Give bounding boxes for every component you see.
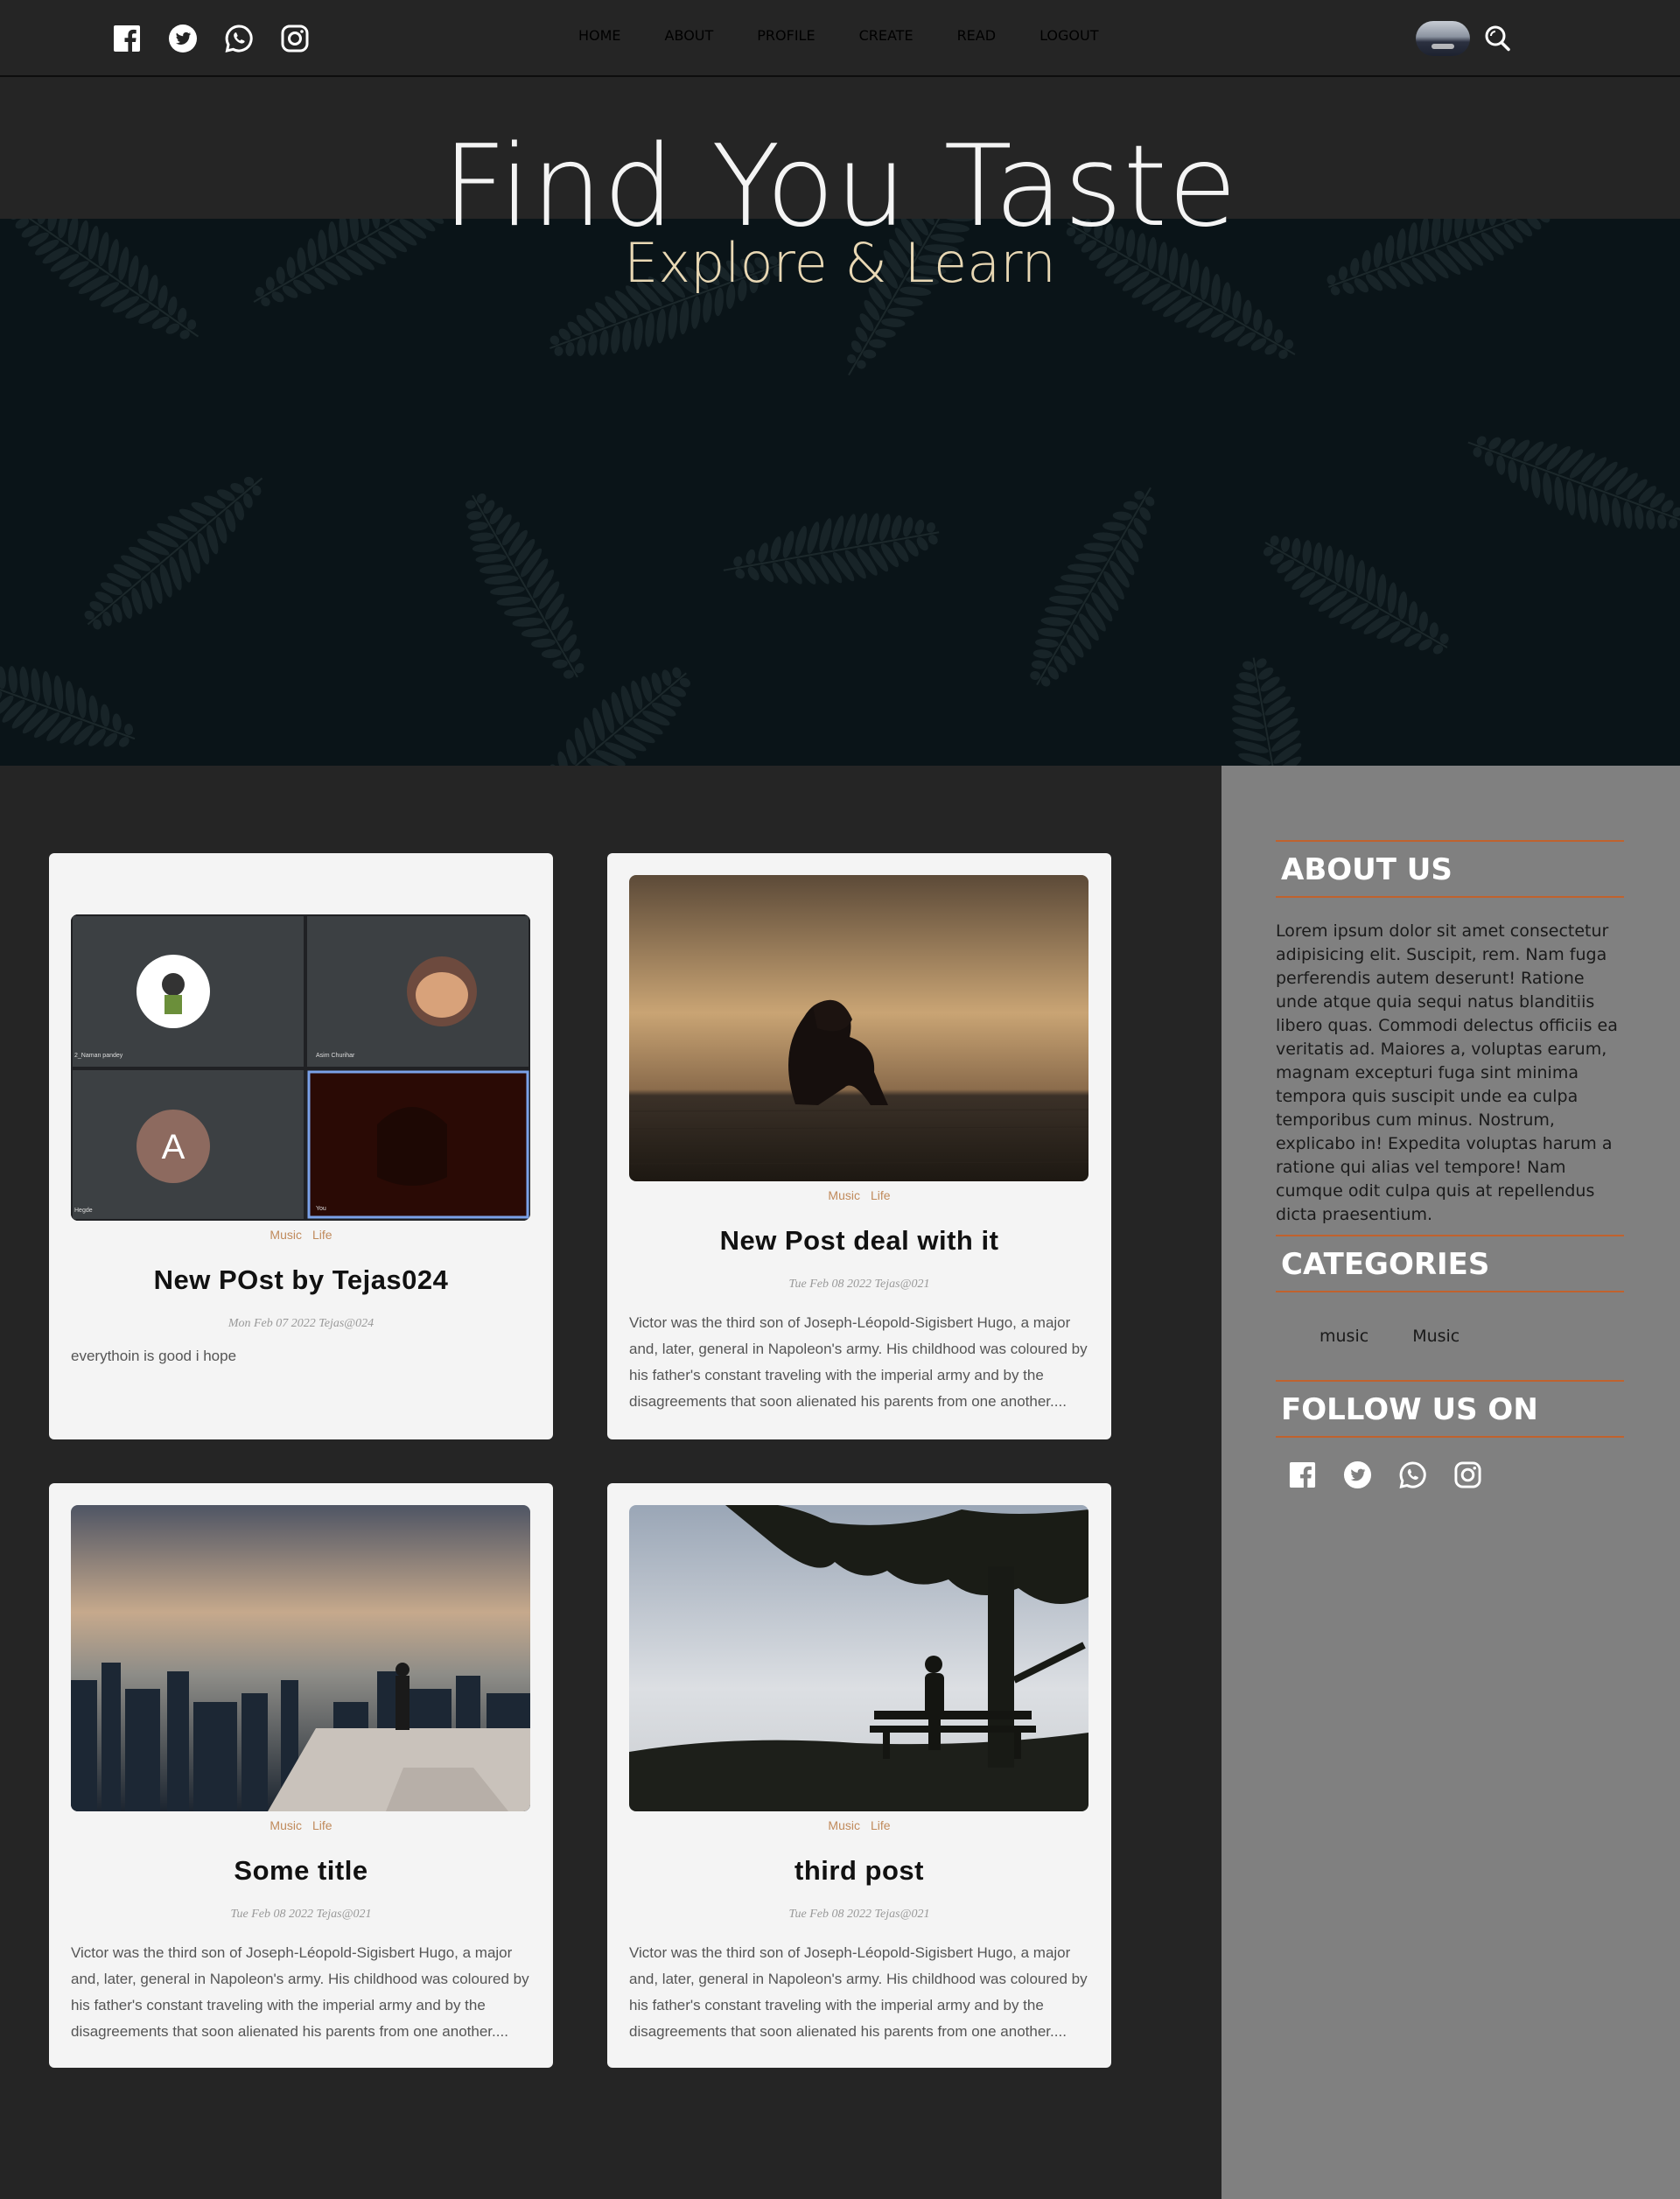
post-tags: Music Life	[49, 1228, 553, 1242]
posts-grid: 2_Naman pandey Asim Churihar Hegde You A…	[0, 766, 1222, 2199]
header-social-links	[112, 24, 310, 53]
post-thumbnail-sad-girl	[629, 875, 1088, 1181]
post-excerpt: Victor was the third son of Joseph-Léopo…	[629, 1944, 1088, 2040]
fern-frond	[1231, 657, 1302, 766]
post-thumbnail-city	[71, 1505, 530, 1811]
instagram-icon[interactable]	[1453, 1460, 1482, 1489]
main-nav: HOME ABOUT PROFILE CREATE READ LOGOUT	[578, 27, 1098, 44]
avatar-letter: A	[162, 1128, 186, 1166]
nav-profile[interactable]: PROFILE	[757, 27, 815, 44]
facebook-icon[interactable]	[112, 24, 142, 53]
post-tags: Music Life	[49, 1818, 553, 1832]
hero-banner: Find You Taste Explore & Learn	[0, 79, 1680, 766]
nav-about[interactable]: ABOUT	[665, 27, 714, 44]
fern-frond	[465, 493, 584, 679]
tag-link[interactable]: Music	[270, 1228, 302, 1242]
category-list: music Music	[1320, 1327, 1460, 1346]
fern-frond	[538, 667, 691, 766]
follow-heading: FOLLOW US ON	[1276, 1380, 1624, 1438]
whatsapp-icon[interactable]	[1398, 1460, 1427, 1489]
participant-name: You	[316, 1206, 326, 1212]
post-card[interactable]: Music Life Some title Tue Feb 08 2022 Tej…	[49, 1483, 553, 2068]
search-icon[interactable]	[1482, 24, 1512, 53]
post-meta: Mon Feb 07 2022 Tejas@024	[228, 1317, 374, 1330]
instagram-icon[interactable]	[280, 24, 310, 53]
post-excerpt: everythoin is good i hope	[71, 1348, 237, 1364]
tag-link[interactable]: Life	[312, 1818, 332, 1832]
fern-frond	[0, 666, 136, 747]
tag-link[interactable]: Life	[871, 1818, 891, 1832]
participant-name: Asim Churihar	[316, 1053, 355, 1059]
twitter-icon[interactable]	[168, 24, 198, 53]
fern-frond	[723, 513, 940, 585]
hero-subtitle: Explore & Learn	[624, 231, 1056, 295]
post-card[interactable]: Music Life third post Tue Feb 08 2022 Tej…	[607, 1483, 1111, 2068]
post-title[interactable]: New Post deal with it	[607, 1225, 1111, 1257]
category-link[interactable]: music	[1320, 1327, 1368, 1346]
sidebar: ABOUT US Lorem ipsum dolor sit amet cons…	[1222, 766, 1680, 2199]
post-excerpt: Victor was the third son of Joseph-Léopo…	[629, 1314, 1088, 1410]
post-thumbnail-bench-tree	[629, 1505, 1088, 1811]
fern-frond	[1263, 535, 1449, 655]
categories-heading: CATEGORIES	[1276, 1235, 1624, 1292]
hero-title: Find You Taste	[442, 122, 1238, 252]
nav-read[interactable]: READ	[957, 27, 997, 44]
post-thumbnail-video-call: 2_Naman pandey Asim Churihar Hegde You A	[71, 914, 530, 1221]
post-title[interactable]: Some title	[49, 1855, 553, 1887]
fern-background-image	[0, 219, 1680, 766]
follow-social-links	[1288, 1460, 1482, 1489]
post-tags: Music Life	[607, 1188, 1111, 1202]
fern-frond	[1030, 487, 1155, 687]
whatsapp-icon[interactable]	[224, 24, 254, 53]
post-excerpt: Victor was the third son of Joseph-Léopo…	[71, 1944, 529, 2040]
facebook-icon[interactable]	[1288, 1460, 1317, 1489]
tag-link[interactable]: Life	[871, 1188, 891, 1202]
twitter-icon[interactable]	[1343, 1460, 1372, 1489]
user-avatar[interactable]	[1416, 21, 1470, 56]
tag-link[interactable]: Music	[828, 1818, 860, 1832]
post-meta: Tue Feb 08 2022 Tejas@021	[788, 1278, 930, 1291]
post-title[interactable]: New POst by Tejas024	[49, 1264, 553, 1296]
participant-name: Hegde	[74, 1208, 93, 1214]
nav-home[interactable]: HOME	[578, 27, 621, 44]
tag-link[interactable]: Music	[270, 1818, 302, 1832]
post-title[interactable]: third post	[607, 1855, 1111, 1887]
nav-create[interactable]: CREATE	[859, 27, 914, 44]
nav-logout[interactable]: LOGOUT	[1040, 27, 1098, 44]
participant-name: 2_Naman pandey	[74, 1053, 123, 1059]
post-tags: Music Life	[607, 1818, 1111, 1832]
post-card[interactable]: Music Life New Post deal with it Tue Feb …	[607, 853, 1111, 1439]
post-meta: Tue Feb 08 2022 Tejas@021	[788, 1908, 930, 1921]
tag-link[interactable]: Life	[312, 1228, 332, 1242]
post-card[interactable]: 2_Naman pandey Asim Churihar Hegde You A…	[49, 853, 553, 1439]
post-meta: Tue Feb 08 2022 Tejas@021	[230, 1908, 372, 1921]
top-navbar: HOME ABOUT PROFILE CREATE READ LOGOUT	[0, 0, 1680, 77]
fern-frond	[84, 476, 263, 630]
about-heading: ABOUT US	[1276, 840, 1624, 898]
fern-frond	[1467, 436, 1680, 529]
tag-link[interactable]: Music	[828, 1188, 860, 1202]
category-link[interactable]: Music	[1412, 1327, 1460, 1346]
about-text: Lorem ipsum dolor sit amet consectetur a…	[1276, 921, 1618, 1224]
